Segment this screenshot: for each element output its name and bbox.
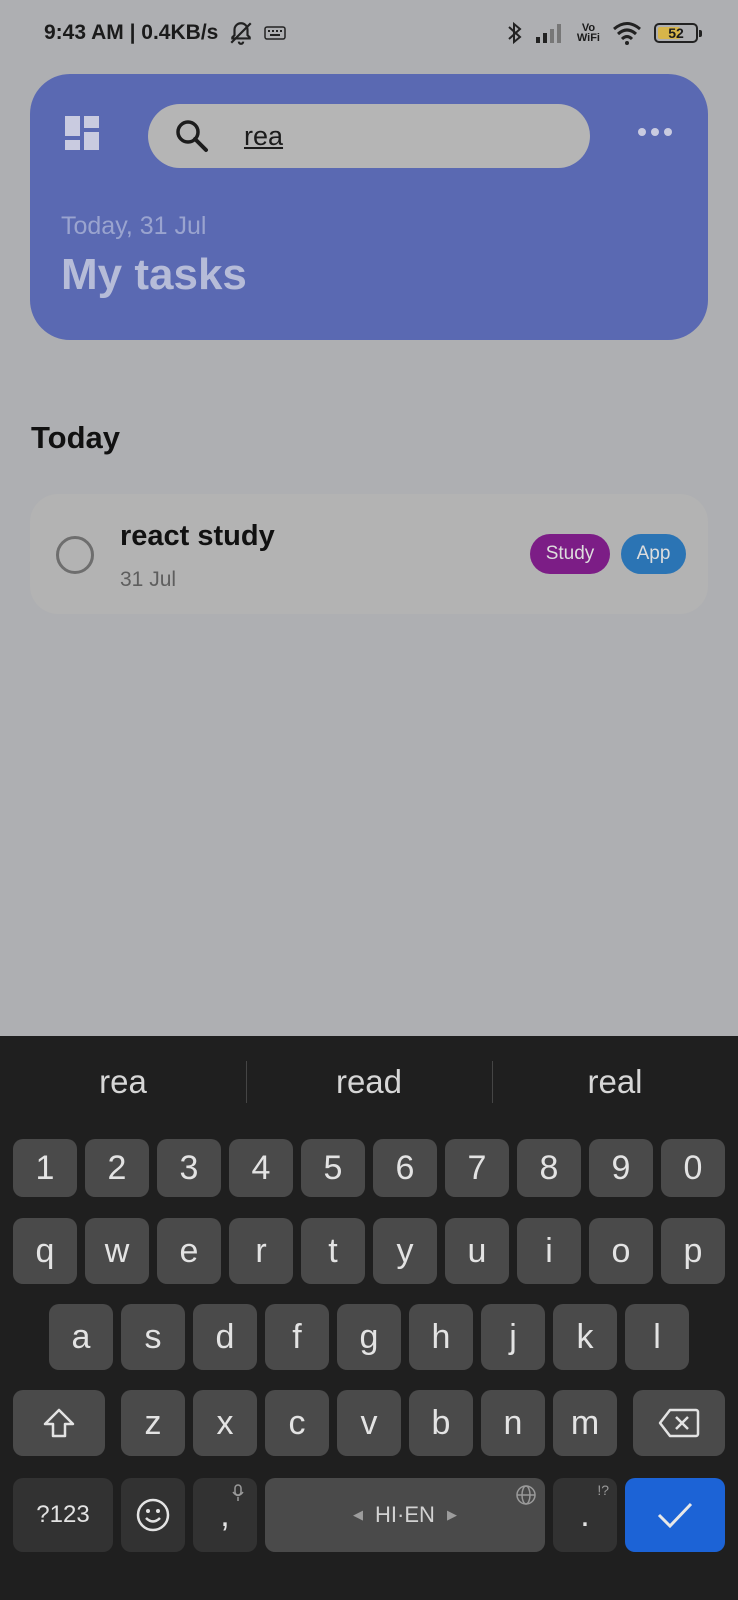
backspace-key[interactable] (633, 1390, 725, 1456)
key-v[interactable]: v (337, 1390, 401, 1456)
suggestion-2[interactable]: read (246, 1061, 492, 1103)
onscreen-keyboard: rea read real 1 2 3 4 5 6 7 8 9 0 q w e … (0, 1036, 738, 1600)
keyboard-icon (264, 26, 287, 40)
key-o[interactable]: o (589, 1218, 653, 1284)
key-n[interactable]: n (481, 1390, 545, 1456)
key-g[interactable]: g (337, 1304, 401, 1370)
language-label: HI·EN (375, 1502, 435, 1527)
key-p[interactable]: p (661, 1218, 725, 1284)
section-heading-today: Today (31, 420, 120, 455)
bell-muted-icon (230, 22, 252, 45)
key-8[interactable]: 8 (517, 1139, 581, 1197)
key-5[interactable]: 5 (301, 1139, 365, 1197)
header-card: rea Today, 31 Jul My tasks (30, 74, 708, 340)
battery-indicator: 52 (654, 23, 702, 43)
search-icon (176, 120, 208, 152)
key-e[interactable]: e (157, 1218, 221, 1284)
search-input[interactable]: rea (148, 104, 590, 168)
emoji-icon (136, 1498, 170, 1532)
chevron-right-icon: ▶ (446, 1507, 457, 1522)
task-date: 31 Jul (120, 568, 177, 591)
microphone-icon (232, 1484, 244, 1501)
key-u[interactable]: u (445, 1218, 509, 1284)
key-i[interactable]: i (517, 1218, 581, 1284)
key-b[interactable]: b (409, 1390, 473, 1456)
key-t[interactable]: t (301, 1218, 365, 1284)
key-r[interactable]: r (229, 1218, 293, 1284)
tag-study[interactable]: Study (530, 534, 610, 574)
date-label: Today, 31 Jul (61, 212, 207, 240)
task-title: react study (120, 520, 275, 552)
key-c[interactable]: c (265, 1390, 329, 1456)
key-f[interactable]: f (265, 1304, 329, 1370)
key-d[interactable]: d (193, 1304, 257, 1370)
tag-app[interactable]: App (621, 534, 686, 574)
checkmark-icon (657, 1502, 693, 1529)
key-3[interactable]: 3 (157, 1139, 221, 1197)
key-z[interactable]: z (121, 1390, 185, 1456)
suggestion-1[interactable]: rea (0, 1063, 246, 1101)
key-q[interactable]: q (13, 1218, 77, 1284)
key-4[interactable]: 4 (229, 1139, 293, 1197)
key-2[interactable]: 2 (85, 1139, 149, 1197)
key-y[interactable]: y (373, 1218, 437, 1284)
shift-icon (43, 1408, 75, 1438)
key-1[interactable]: 1 (13, 1139, 77, 1197)
key-w[interactable]: w (85, 1218, 149, 1284)
wifi-icon (613, 22, 641, 45)
key-h[interactable]: h (409, 1304, 473, 1370)
signal-icon (535, 24, 561, 43)
page-title: My tasks (61, 250, 247, 299)
chevron-left-icon: ◀ (353, 1507, 364, 1522)
period-key[interactable]: !? . (553, 1478, 617, 1552)
shift-key[interactable] (13, 1390, 105, 1456)
key-m[interactable]: m (553, 1390, 617, 1456)
key-s[interactable]: s (121, 1304, 185, 1370)
task-complete-checkbox[interactable] (56, 536, 94, 574)
done-key[interactable] (625, 1478, 725, 1552)
more-options-icon[interactable] (638, 128, 672, 136)
dashboard-icon[interactable] (65, 116, 99, 150)
key-6[interactable]: 6 (373, 1139, 437, 1197)
backspace-icon (658, 1408, 700, 1438)
key-a[interactable]: a (49, 1304, 113, 1370)
key-7[interactable]: 7 (445, 1139, 509, 1197)
space-key[interactable]: ◀ HI·EN ▶ (265, 1478, 545, 1552)
key-k[interactable]: k (553, 1304, 617, 1370)
comma-label: , (220, 1495, 230, 1534)
vowifi-indicator: Vo WiFi (576, 22, 600, 44)
status-bar: 9:43 AM | 0.4KB/s Vo WiFi 52 (0, 0, 738, 66)
comma-key[interactable]: , (193, 1478, 257, 1552)
key-j[interactable]: j (481, 1304, 545, 1370)
key-x[interactable]: x (193, 1390, 257, 1456)
emoji-key[interactable] (121, 1478, 185, 1552)
period-label: . (580, 1495, 590, 1534)
task-item[interactable]: react study 31 Jul Study App (30, 494, 708, 614)
key-0[interactable]: 0 (661, 1139, 725, 1197)
suggestion-3[interactable]: real (492, 1061, 738, 1103)
bluetooth-icon (508, 21, 522, 45)
symbols-key[interactable]: ?123 (13, 1478, 113, 1552)
key-l[interactable]: l (625, 1304, 689, 1370)
suggestion-bar: rea read real (0, 1036, 738, 1128)
globe-icon (516, 1485, 536, 1505)
search-query[interactable]: rea (244, 121, 283, 152)
period-hint: !? (597, 1482, 609, 1498)
status-time: 9:43 AM | 0.4KB/s (44, 21, 219, 44)
key-9[interactable]: 9 (589, 1139, 653, 1197)
